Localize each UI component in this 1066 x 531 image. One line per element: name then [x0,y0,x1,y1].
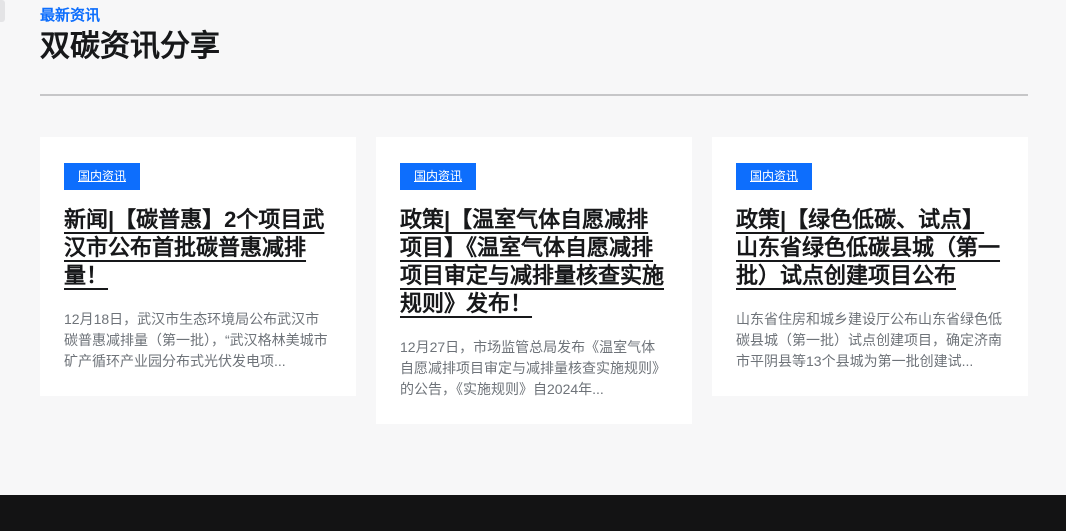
news-card-list: 国内资讯 新闻|【碳普惠】2个项目武汉市公布首批碳普惠减排量！ 12月18日，武… [40,137,1028,424]
section-eyebrow: 最新资讯 [40,0,1028,25]
footer-bar [0,495,1066,531]
news-card[interactable]: 国内资讯 政策|【温室气体自愿减排项目】《温室气体自愿减排项目审定与减排量核查实… [376,137,692,424]
category-badge[interactable]: 国内资讯 [400,163,476,190]
news-excerpt: 12月27日，市场监管总局发布《温室气体自愿减排项目审定与减排量核查实施规则》的… [400,337,668,400]
news-excerpt: 山东省住房和城乡建设厅公布山东省绿色低碳县城（第一批）试点创建项目，确定济南市平… [736,309,1004,372]
category-badge[interactable]: 国内资讯 [64,163,140,190]
news-title-link[interactable]: 政策|【温室气体自愿减排项目】《温室气体自愿减排项目审定与减排量核查实施规则》发… [400,206,668,318]
news-excerpt: 12月18日，武汉市生态环境局公布武汉市碳普惠减排量（第一批），“武汉格林美城市… [64,309,332,372]
news-card[interactable]: 国内资讯 新闻|【碳普惠】2个项目武汉市公布首批碳普惠减排量！ 12月18日，武… [40,137,356,396]
left-scrollbar-fragment [0,0,5,22]
category-badge[interactable]: 国内资讯 [736,163,812,190]
news-title-link[interactable]: 政策|【绿色低碳、试点】山东省绿色低碳县城（第一批）试点创建项目公布 [736,206,1004,290]
news-title-link[interactable]: 新闻|【碳普惠】2个项目武汉市公布首批碳普惠减排量！ [64,206,332,290]
section-divider [40,94,1028,96]
page-title: 双碳资讯分享 [40,29,1028,65]
news-card[interactable]: 国内资讯 政策|【绿色低碳、试点】山东省绿色低碳县城（第一批）试点创建项目公布 … [712,137,1028,396]
news-section: 最新资讯 双碳资讯分享 国内资讯 新闻|【碳普惠】2个项目武汉市公布首批碳普惠减… [0,0,1066,424]
